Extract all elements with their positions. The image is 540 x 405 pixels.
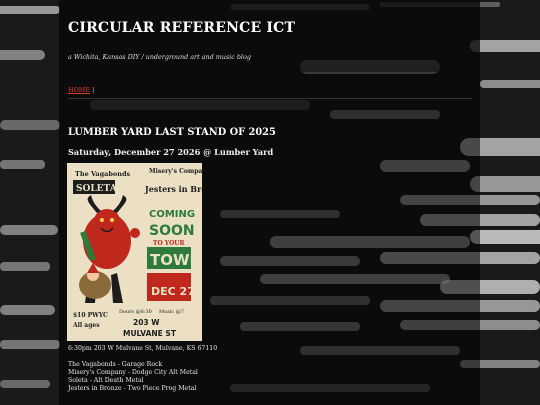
poster-soon: SOON <box>149 223 195 239</box>
poster-band-1: The Vagabonds <box>75 170 131 178</box>
poster-to-your: TO YOUR <box>153 240 186 247</box>
poster-address-1: 203 W <box>133 318 160 327</box>
post-subtitle: Saturday, December 27 2026 @ Lumber Yard <box>68 147 274 157</box>
site-title[interactable]: CIRCULAR REFERENCE ICT <box>68 20 295 36</box>
poster-band-2: Misery's Company <box>149 168 202 175</box>
poster-price: $10 PWYC <box>73 312 108 319</box>
nav-link-home[interactable]: HOME <box>68 86 90 94</box>
poster-date: DEC 27 <box>151 285 195 298</box>
lineup-item: Soleta - Alt Death Metal <box>68 377 144 384</box>
poster-address-2: MULVANE ST <box>123 329 177 338</box>
lineup-item: The Vagabonds - Garage Rock <box>68 361 163 368</box>
poster-coming: COMING <box>149 209 195 220</box>
poster-band-3: SOLETA <box>76 184 118 194</box>
event-address: 6:30pm 203 W Mulvane St, Mulvane, KS 671… <box>68 345 218 352</box>
poster-doors: Doors @6:30 <box>119 308 152 315</box>
poster-music: Music @7 <box>159 308 184 315</box>
post-title[interactable]: LUMBER YARD LAST STAND OF 2025 <box>68 127 276 138</box>
poster-band-4: Jesters in Bronze <box>144 184 202 194</box>
lineup-item: Jesters in Bronze - Two Piece Prog Metal <box>68 385 197 392</box>
poster-ages: All ages <box>72 322 100 329</box>
nav-separator: | <box>92 86 95 94</box>
nav-bar: HOME | <box>68 86 94 94</box>
header-band <box>59 0 480 72</box>
site-description: a Wichita, Kansas DIY / underground art … <box>68 53 251 61</box>
event-poster-image[interactable]: The Vagabonds Misery's Company SOLETA Je… <box>67 163 202 341</box>
poster-town: TOWN <box>150 251 202 269</box>
lineup-item: Misery's Company - Dodge City Alt Metal <box>68 369 198 376</box>
nav-divider <box>68 98 472 99</box>
